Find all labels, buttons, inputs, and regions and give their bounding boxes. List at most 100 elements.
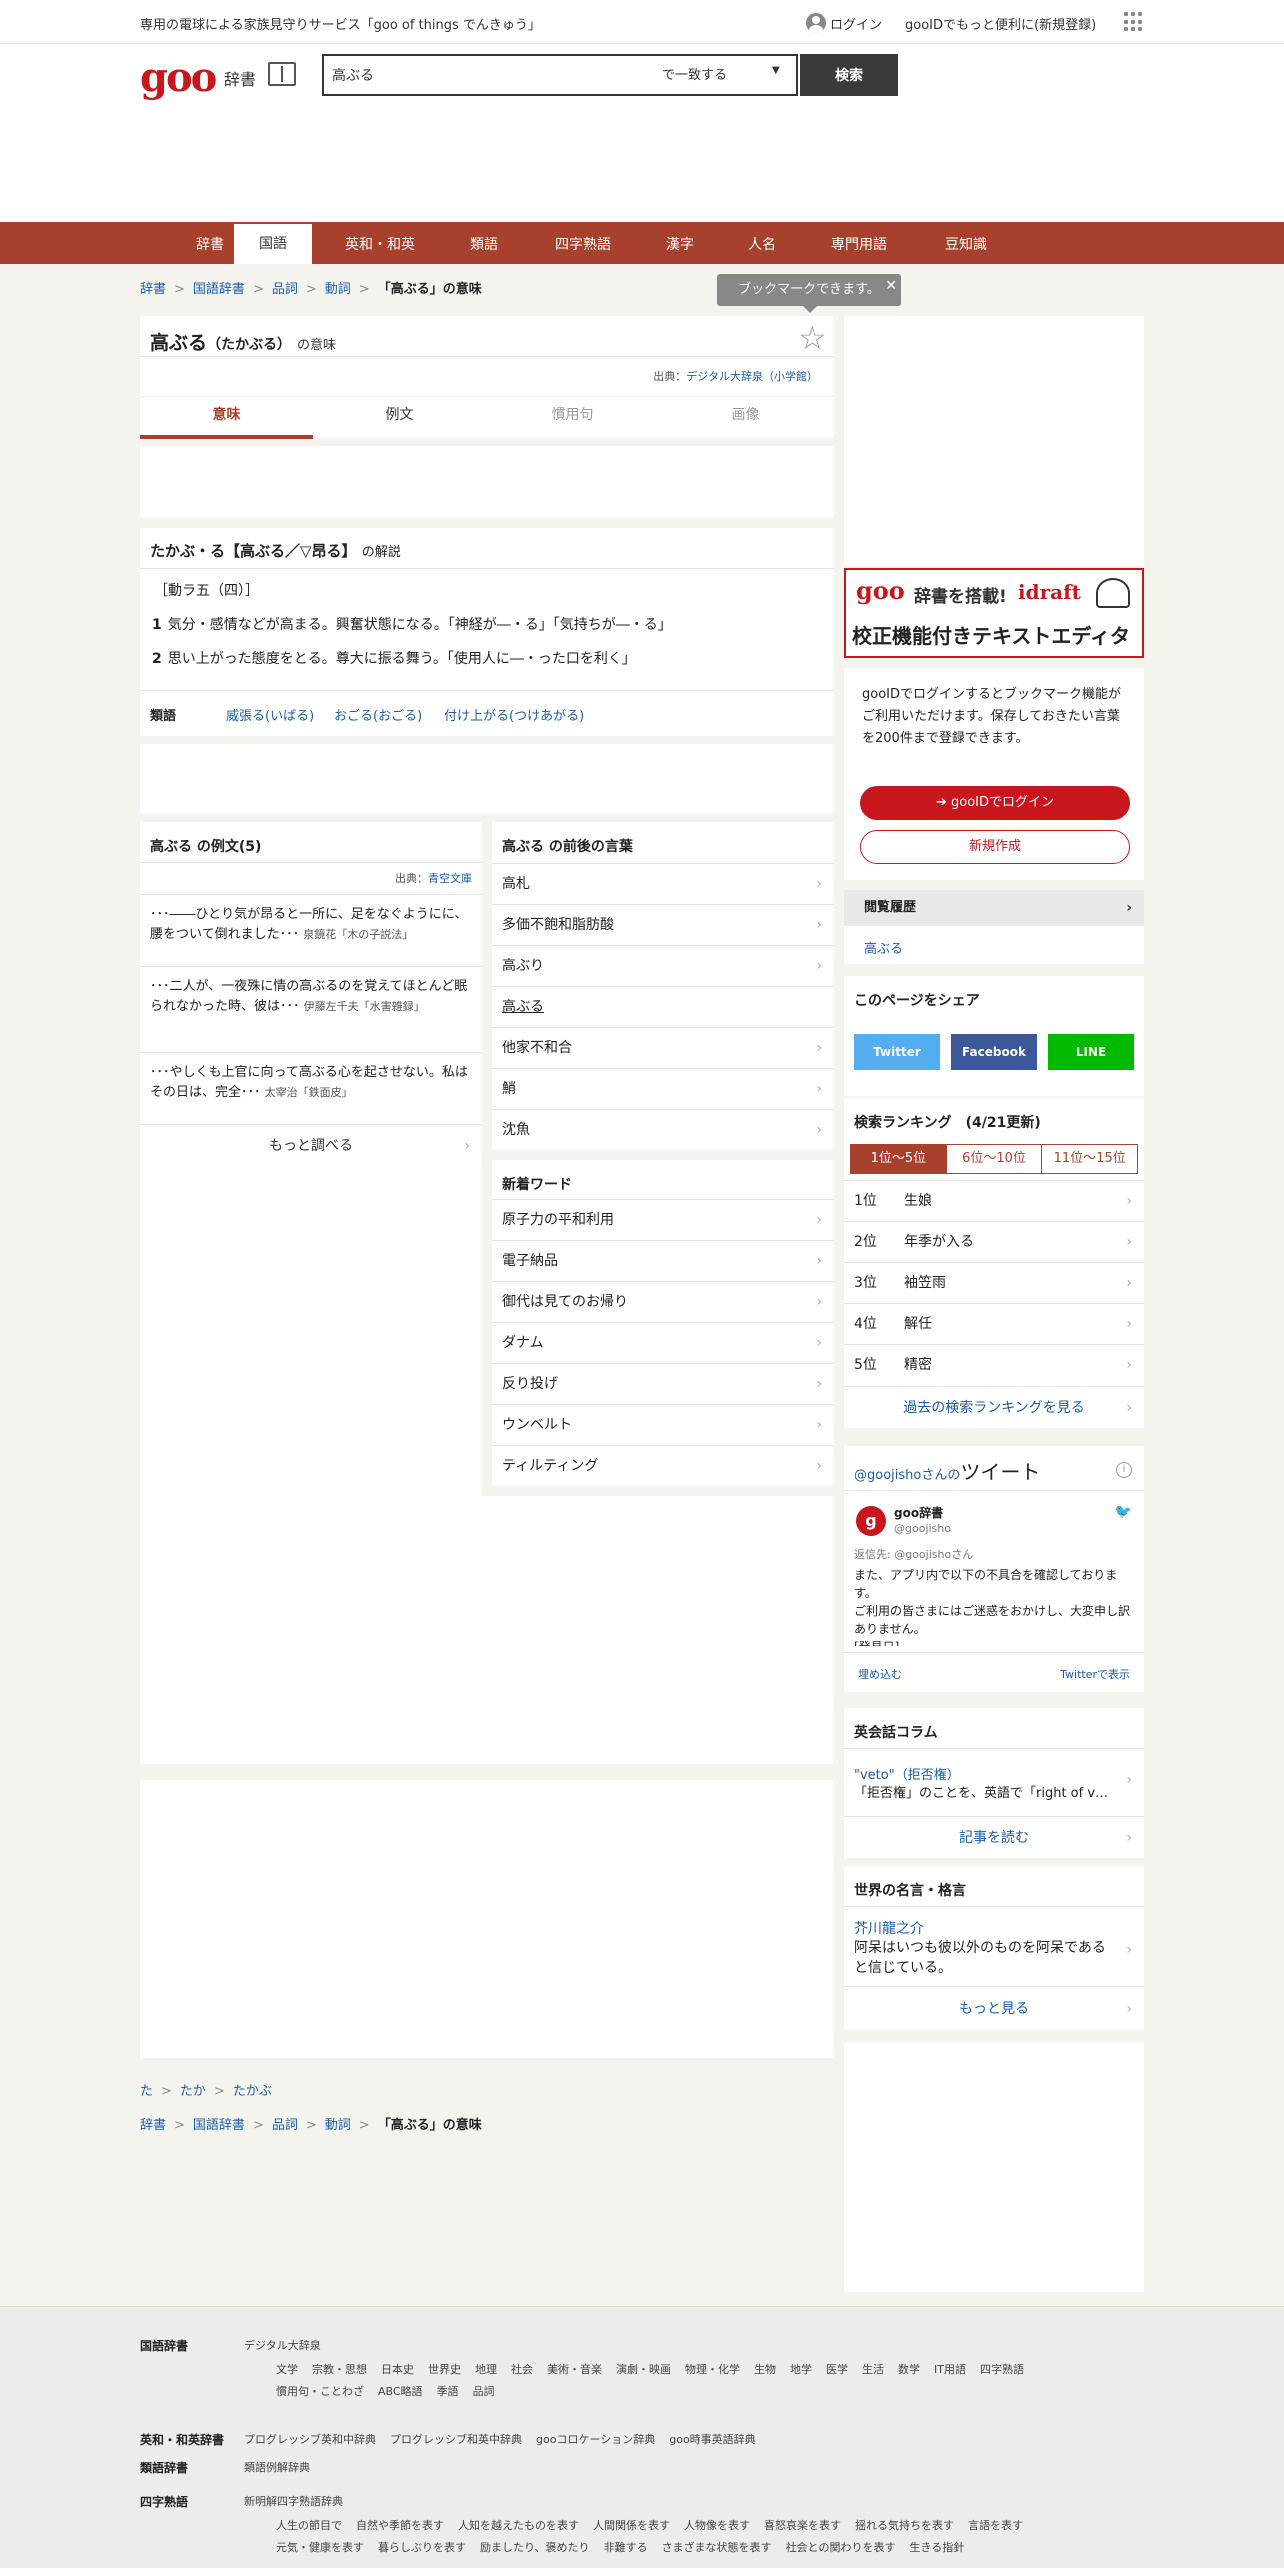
footer-link[interactable]: 人知を越えたものを表す [458, 2519, 579, 2532]
list-item[interactable]: 他家不和合 › [492, 1027, 834, 1068]
search-input[interactable] [332, 64, 632, 86]
footer-link[interactable]: 四字熟語 [980, 2363, 1024, 2376]
kana-link[interactable]: たか [180, 2084, 206, 2099]
tab-examples[interactable]: 例文 [313, 397, 486, 439]
footer-link[interactable]: 数学 [898, 2363, 920, 2376]
more-examples-link[interactable]: もっと調べる › [140, 1124, 482, 1166]
list-item[interactable]: 電子納品 › [492, 1240, 834, 1281]
footer-link[interactable]: 宗教・思想 [312, 2363, 367, 2376]
tab-images[interactable]: 画像 [659, 397, 832, 439]
quote-author[interactable]: 芥川龍之介 [854, 1918, 924, 1938]
facebook-share-button[interactable]: Facebook [951, 1034, 1037, 1070]
footer-link[interactable]: 文学 [276, 2363, 298, 2376]
breadcrumb-link[interactable]: 辞書 [140, 2118, 166, 2133]
signup-button[interactable]: 新規作成 [860, 830, 1130, 864]
kana-link[interactable]: た [140, 2084, 153, 2099]
twitter-share-button[interactable]: Twitter [854, 1034, 940, 1070]
related-word-link[interactable]: 威張る(いばる) [226, 705, 314, 724]
footer-link[interactable]: goo時事英語辞典 [669, 2433, 755, 2446]
breadcrumb-link[interactable]: 品詞 [272, 282, 298, 297]
example-item[interactable]: ･･･やしくも上官に向って高ぶる心を起させない。私はその日は、完全･･･ 太宰治… [140, 1052, 482, 1124]
promo-link[interactable]: 専用の電球による家族見守りサービス「goo of things でんきゅう」 [140, 14, 541, 33]
list-item[interactable]: 反り投げ › [492, 1363, 834, 1404]
read-article-link[interactable]: 記事を読む › [844, 1816, 1144, 1858]
list-item[interactable]: 原子力の平和利用 › [492, 1199, 834, 1240]
footer-link[interactable]: 励ましたり、褒めたり [480, 2541, 590, 2554]
embed-link[interactable]: 埋め込む [858, 1666, 902, 1682]
footer-link[interactable]: ABC略語 [378, 2385, 423, 2398]
tab-idioms[interactable]: 慣用句 [486, 397, 659, 439]
source-link[interactable]: デジタル大辞泉（小学館） [686, 370, 818, 383]
goo-logo[interactable]: goo [140, 56, 217, 100]
avatar[interactable]: g [856, 1506, 886, 1536]
list-item[interactable]: ティルティング › [492, 1445, 834, 1486]
breadcrumb-link[interactable]: 品詞 [272, 2118, 298, 2133]
footer-link[interactable]: 自然や季節を表す [356, 2519, 444, 2532]
example-item[interactable]: ･･･――ひとり気が昂ると一所に、足をなぐようにに、腰をついて倒れました･･･ … [140, 894, 482, 966]
search-button[interactable]: 検索 [800, 54, 898, 96]
list-item[interactable]: ダナム › [492, 1322, 834, 1363]
list-item[interactable]: ウンベルト › [492, 1404, 834, 1445]
ranking-tab[interactable]: 6位～10位 [947, 1145, 1043, 1173]
ranking-item[interactable]: 5位 精密 › [844, 1344, 1144, 1385]
idraft-banner[interactable]: goo 辞書を搭載! idraft 校正機能付きテキストエディタ [844, 568, 1144, 658]
breadcrumb-link[interactable]: 動詞 [325, 282, 351, 297]
bookmark-star-icon[interactable]: ☆ [798, 322, 827, 354]
list-item[interactable]: 鮹 › [492, 1068, 834, 1109]
line-share-button[interactable]: LINE [1048, 1034, 1134, 1070]
nav-tab-kokugo[interactable]: 国語 [234, 224, 312, 264]
footer-link[interactable]: 暮らしぶりを表す [378, 2541, 466, 2554]
info-icon[interactable]: i [1116, 1462, 1132, 1478]
ranking-item[interactable]: 2位 年季が入る › [844, 1221, 1144, 1262]
gooid-login-button[interactable]: ➔ gooIDでログイン [860, 786, 1130, 820]
history-item[interactable]: 高ぶる [864, 938, 903, 957]
footer-link[interactable]: 人間関係を表す [593, 2519, 670, 2532]
example-item[interactable]: ･･･二人が、一夜殊に情の高ぶるのを覚えてほとんど眠られなかった時、彼は･･･ … [140, 966, 482, 1052]
history-header[interactable]: 閲覧履歴 › [844, 890, 1144, 926]
footer-link[interactable]: 慣用句・ことわざ [276, 2385, 364, 2398]
footer-link[interactable]: 世界史 [428, 2363, 461, 2376]
breadcrumb-link[interactable]: 国語辞書 [193, 2118, 245, 2133]
nav-tab-mame[interactable]: 豆知識 [928, 230, 1004, 264]
footer-link[interactable]: 人物像を表す [684, 2519, 750, 2532]
footer-link[interactable]: デジタル大辞泉 [244, 2337, 335, 2353]
list-item[interactable]: 高ぶり › [492, 945, 834, 986]
app-grid-icon[interactable] [1124, 12, 1144, 32]
footer-link[interactable]: プログレッシブ英和中辞典 [244, 2433, 376, 2446]
nav-tab-ruigo[interactable]: 類語 [454, 230, 514, 264]
source-link[interactable]: 青空文庫 [428, 872, 472, 885]
kana-link[interactable]: たかぶ [233, 2084, 272, 2099]
breadcrumb-link[interactable]: 国語辞書 [193, 282, 245, 297]
related-word-link[interactable]: 付け上がる(つけあがる) [444, 705, 584, 724]
nav-tab-eiwa[interactable]: 英和・和英 [330, 230, 430, 264]
footer-link[interactable]: さまざまな状態を表す [662, 2541, 772, 2554]
ranking-item[interactable]: 3位 袖笠雨 › [844, 1262, 1144, 1303]
footer-link[interactable]: 日本史 [381, 2363, 414, 2376]
footer-link[interactable]: IT用語 [934, 2363, 966, 2376]
footer-link[interactable]: 新明解四字熟語辞典 [244, 2493, 357, 2509]
column-article-title[interactable]: "veto"（拒否権） [854, 1764, 960, 1783]
footer-link[interactable]: 人生の節目で [276, 2519, 342, 2532]
footer-link[interactable]: 言語を表す [968, 2519, 1023, 2532]
list-item[interactable]: 高札 › [492, 863, 834, 904]
footer-link[interactable]: 演劇・映画 [616, 2363, 671, 2376]
list-item[interactable]: 多価不飽和脂肪酸 › [492, 904, 834, 945]
ranking-tab[interactable]: 1位～5位 [851, 1145, 947, 1173]
register-link[interactable]: gooIDでもっと便利に(新規登録) [905, 14, 1096, 33]
footer-link[interactable]: 揺れる気持ちを表す [855, 2519, 954, 2532]
footer-link[interactable]: 喜怒哀楽を表す [764, 2519, 841, 2532]
footer-link[interactable]: 社会との関わりを表す [786, 2541, 896, 2554]
nav-tab-senmon[interactable]: 専門用語 [816, 230, 902, 264]
ranking-item[interactable]: 4位 解任 › [844, 1303, 1144, 1344]
footer-link[interactable]: 生活 [862, 2363, 884, 2376]
ranking-tab[interactable]: 11位～15位 [1042, 1145, 1137, 1173]
list-item-current[interactable]: 高ぶる [492, 986, 834, 1027]
past-ranking-link[interactable]: 過去の検索ランキングを見る › [844, 1386, 1144, 1428]
breadcrumb-link[interactable]: 動詞 [325, 2118, 351, 2133]
footer-link[interactable]: 地学 [790, 2363, 812, 2376]
footer-link[interactable]: 物理・化学 [685, 2363, 740, 2376]
more-quotes-link[interactable]: もっと見る › [844, 1986, 1144, 2030]
footer-link[interactable]: 生物 [754, 2363, 776, 2376]
footer-link[interactable]: 地理 [475, 2363, 497, 2376]
login-link[interactable]: ログイン [806, 13, 882, 33]
